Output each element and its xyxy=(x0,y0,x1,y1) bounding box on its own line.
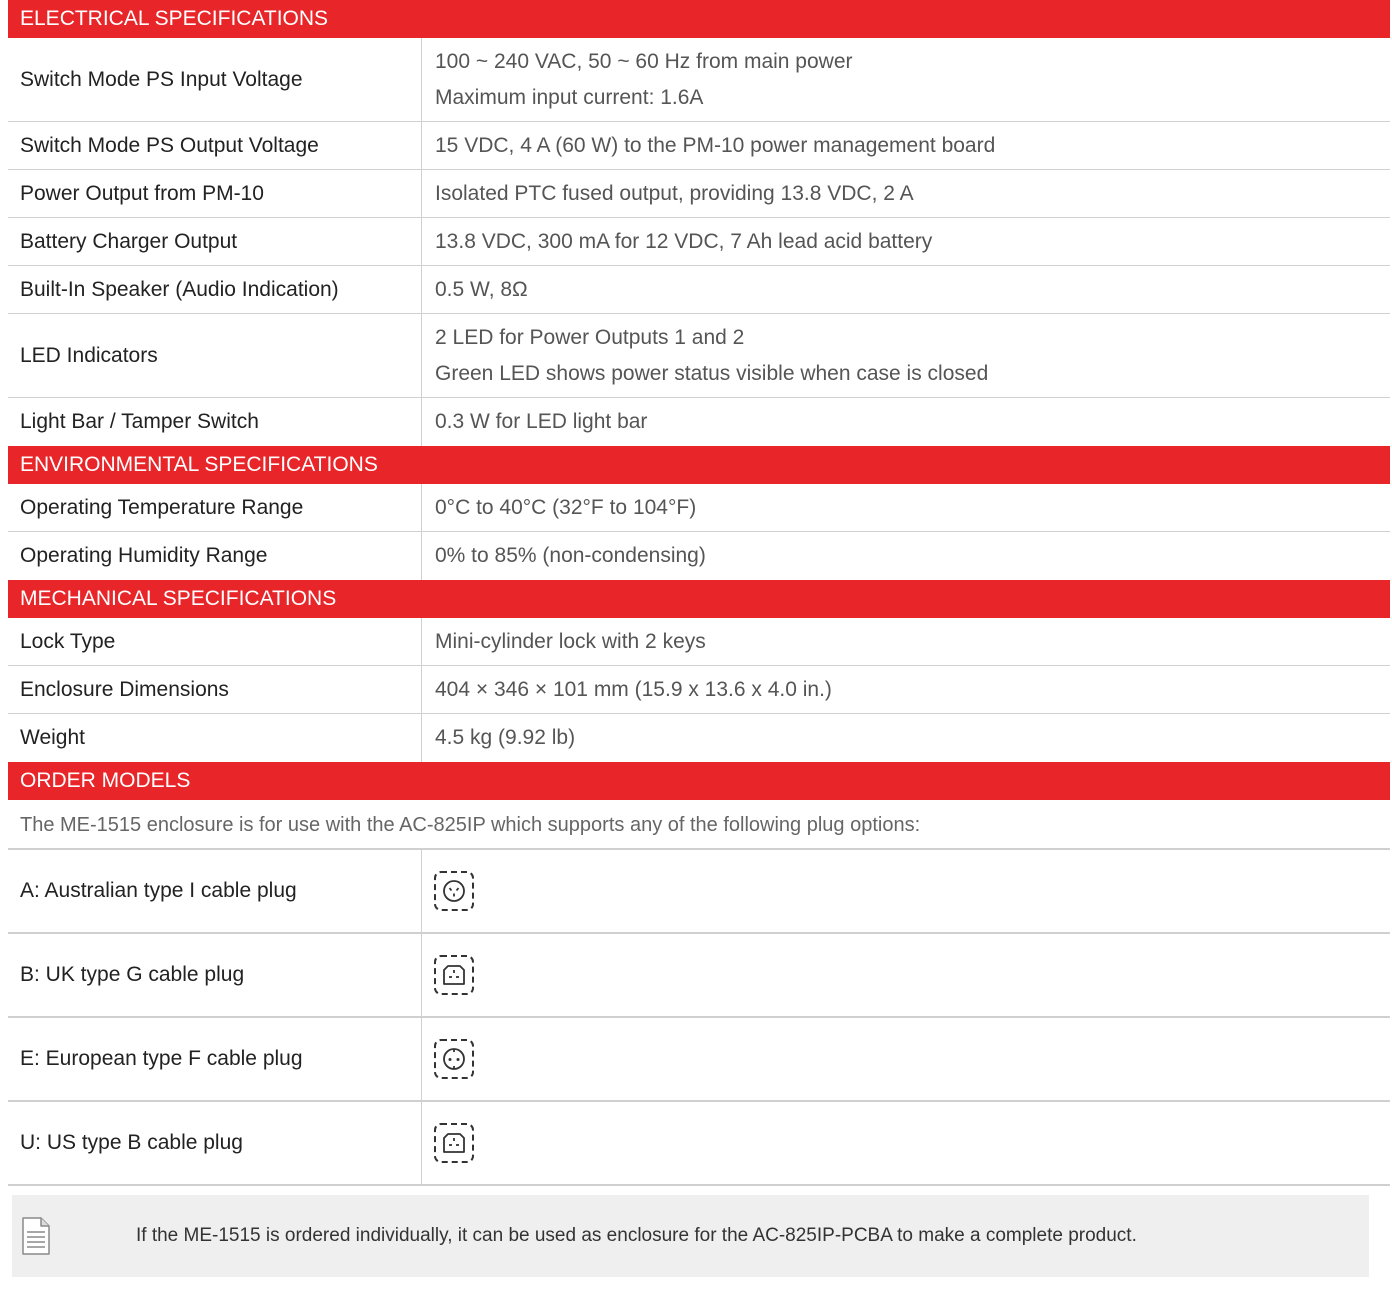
note-box: If the ME-1515 is ordered individually, … xyxy=(12,1195,1369,1277)
order-intro-text: The ME-1515 enclosure is for use with th… xyxy=(8,800,1390,850)
spec-value: 0.3 W for LED light bar xyxy=(422,398,1390,446)
spec-value-line: Isolated PTC fused output, providing 13.… xyxy=(435,181,914,205)
spec-row-led-indicators: LED Indicators 2 LED for Power Outputs 1… xyxy=(8,314,1390,398)
plug-icon-cell xyxy=(422,1018,1390,1100)
spec-value-line: Mini-cylinder lock with 2 keys xyxy=(435,629,706,653)
spec-value: 100 ~ 240 VAC, 50 ~ 60 Hz from main powe… xyxy=(422,38,1390,121)
spec-value-line: 100 ~ 240 VAC, 50 ~ 60 Hz from main powe… xyxy=(435,49,853,73)
plug-label: E: European type F cable plug xyxy=(8,1018,422,1100)
plug-label: U: US type B cable plug xyxy=(8,1102,422,1184)
plug-row-european: E: European type F cable plug xyxy=(8,1018,1390,1102)
order-section-header: ORDER MODELS xyxy=(8,762,1390,800)
plug-icon-cell xyxy=(422,1102,1390,1184)
spec-row-power-output: Power Output from PM-10 Isolated PTC fus… xyxy=(8,170,1390,218)
spec-label: Switch Mode PS Output Voltage xyxy=(8,122,422,169)
plug-label: A: Australian type I cable plug xyxy=(8,850,422,932)
spec-value: 404 × 346 × 101 mm (15.9 x 13.6 x 4.0 in… xyxy=(422,666,1390,713)
spec-label: Enclosure Dimensions xyxy=(8,666,422,713)
spec-value-line: 2 LED for Power Outputs 1 and 2 xyxy=(435,325,745,349)
spec-row-speaker: Built-In Speaker (Audio Indication) 0.5 … xyxy=(8,266,1390,314)
european-plug-icon xyxy=(434,1039,474,1079)
electrical-section-header: ELECTRICAL SPECIFICATIONS xyxy=(8,0,1390,38)
spec-value: 0% to 85% (non-condensing) xyxy=(422,532,1390,580)
spec-row-humidity: Operating Humidity Range 0% to 85% (non-… xyxy=(8,532,1390,580)
document-note-icon xyxy=(22,1217,50,1255)
spec-value: 2 LED for Power Outputs 1 and 2 Green LE… xyxy=(422,314,1390,397)
spec-label: Built-In Speaker (Audio Indication) xyxy=(8,266,422,313)
mechanical-section-header: MECHANICAL SPECIFICATIONS xyxy=(8,580,1390,618)
spec-label: Lock Type xyxy=(8,618,422,665)
spec-row-weight: Weight 4.5 kg (9.92 lb) xyxy=(8,714,1390,762)
plug-label: B: UK type G cable plug xyxy=(8,934,422,1016)
plug-row-australian: A: Australian type I cable plug xyxy=(8,850,1390,934)
spec-row-temperature: Operating Temperature Range 0°C to 40°C … xyxy=(8,484,1390,532)
australian-plug-icon xyxy=(434,871,474,911)
spec-value: Isolated PTC fused output, providing 13.… xyxy=(422,170,1390,217)
plug-icon-cell xyxy=(422,934,1390,1016)
spec-row-output-voltage: Switch Mode PS Output Voltage 15 VDC, 4 … xyxy=(8,122,1390,170)
spec-label: Power Output from PM-10 xyxy=(8,170,422,217)
environmental-section-header: ENVIRONMENTAL SPECIFICATIONS xyxy=(8,446,1390,484)
spec-value: 13.8 VDC, 300 mA for 12 VDC, 7 Ah lead a… xyxy=(422,218,1390,265)
spec-value-line: Green LED shows power status visible whe… xyxy=(435,361,989,385)
plug-row-uk: B: UK type G cable plug xyxy=(8,934,1390,1018)
spec-label: LED Indicators xyxy=(8,314,422,397)
spec-label: Battery Charger Output xyxy=(8,218,422,265)
spec-value: 15 VDC, 4 A (60 W) to the PM-10 power ma… xyxy=(422,122,1390,169)
spec-row-lock-type: Lock Type Mini-cylinder lock with 2 keys xyxy=(8,618,1390,666)
spec-value-line: 0% to 85% (non-condensing) xyxy=(435,544,706,567)
us-plug-icon xyxy=(434,1123,474,1163)
note-text: If the ME-1515 is ordered individually, … xyxy=(136,1225,1137,1246)
spec-value-line: 13.8 VDC, 300 mA for 12 VDC, 7 Ah lead a… xyxy=(435,229,933,253)
spec-label: Weight xyxy=(8,714,422,762)
spec-row-light-bar: Light Bar / Tamper Switch 0.3 W for LED … xyxy=(8,398,1390,446)
spec-row-battery-charger: Battery Charger Output 13.8 VDC, 300 mA … xyxy=(8,218,1390,266)
spec-value-line: Maximum input current: 1.6A xyxy=(435,85,704,109)
spec-value-line: 0.5 W, 8Ω xyxy=(435,277,528,301)
uk-plug-icon xyxy=(434,955,474,995)
spec-label: Switch Mode PS Input Voltage xyxy=(8,38,422,121)
plug-row-us: U: US type B cable plug xyxy=(8,1102,1390,1186)
spec-row-dimensions: Enclosure Dimensions 404 × 346 × 101 mm … xyxy=(8,666,1390,714)
spec-value-line: 0.3 W for LED light bar xyxy=(435,410,648,433)
spec-sheet: ELECTRICAL SPECIFICATIONS Switch Mode PS… xyxy=(8,0,1390,1186)
spec-label: Light Bar / Tamper Switch xyxy=(8,398,422,446)
spec-value: 4.5 kg (9.92 lb) xyxy=(422,714,1390,762)
spec-value: Mini-cylinder lock with 2 keys xyxy=(422,618,1390,665)
spec-value-line: 15 VDC, 4 A (60 W) to the PM-10 power ma… xyxy=(435,133,996,157)
spec-value-line: 0°C to 40°C (32°F to 104°F) xyxy=(435,495,697,519)
spec-value-line: 4.5 kg (9.92 lb) xyxy=(435,726,576,749)
spec-value: 0°C to 40°C (32°F to 104°F) xyxy=(422,484,1390,531)
spec-label: Operating Humidity Range xyxy=(8,532,422,580)
spec-label: Operating Temperature Range xyxy=(8,484,422,531)
plug-icon-cell xyxy=(422,850,1390,932)
spec-row-input-voltage: Switch Mode PS Input Voltage 100 ~ 240 V… xyxy=(8,38,1390,122)
spec-value-line: 404 × 346 × 101 mm (15.9 x 13.6 x 4.0 in… xyxy=(435,677,832,701)
spec-value: 0.5 W, 8Ω xyxy=(422,266,1390,313)
